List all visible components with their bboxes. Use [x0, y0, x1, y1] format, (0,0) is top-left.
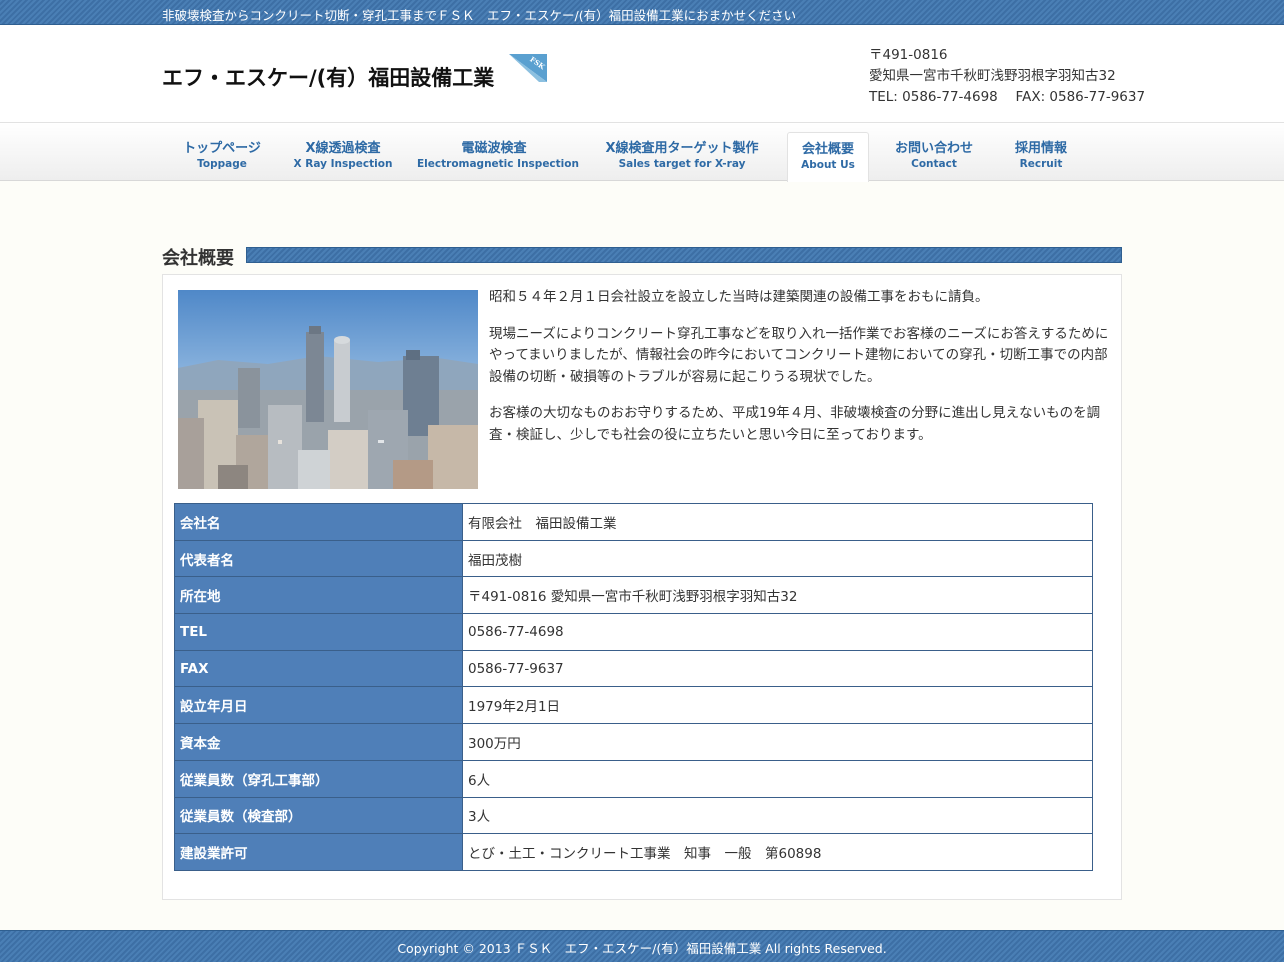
nav-label-jp: トップページ: [183, 141, 261, 156]
row-label: 従業員数（穿孔工事部）: [174, 759, 463, 798]
nav-item-toppage[interactable]: トップページ Toppage: [172, 132, 272, 178]
header-contact: 〒491-0816 愛知県一宮市千秋町浅野羽根字羽知古32 TEL: 0586-…: [869, 45, 1145, 108]
row-value: 0586-77-4698: [462, 613, 1093, 651]
nav-label-en: Contact: [911, 158, 957, 170]
nav-label-en: Recruit: [1019, 158, 1063, 170]
header-tel-fax: TEL: 0586-77-4698 FAX: 0586-77-9637: [869, 89, 1146, 105]
site-header: エフ・エスケー/(有）福田設備工業 FSK 〒491-0816 愛知県一宮市千秋…: [0, 25, 1284, 122]
row-label: 代表者名: [174, 539, 463, 578]
main-nav: トップページ Toppage X線透過検査 X Ray Inspection 電…: [0, 122, 1284, 182]
nav-label-en: Toppage: [197, 158, 247, 170]
content-panel: 昭和５４年２月１日会社設立を設立した当時は建築関連の設備工事をおもに請負。 現場…: [162, 274, 1122, 900]
row-label: 設立年月日: [174, 686, 463, 725]
page-title: 会社概要: [162, 248, 234, 269]
table-row: 設立年月日 1979年2月1日: [174, 686, 1093, 725]
nav-label-jp: X線検査用ターゲット製作: [605, 141, 759, 156]
row-value: 福田茂樹: [462, 539, 1093, 578]
tagline: 非破壊検査からコンクリート切断・穿孔工事までＦＳＫ エフ・エスケー/(有）福田設…: [162, 8, 797, 23]
nav-label-en: Sales target for X-ray: [618, 158, 746, 170]
header-address: 愛知県一宮市千秋町浅野羽根字羽知古32: [869, 68, 1116, 84]
table-row: 建設業許可 とび・土工・コンクリート工事業 知事 一般 第60898: [174, 833, 1093, 871]
heading-decoration-bar: [246, 247, 1122, 263]
row-value: とび・土工・コンクリート工事業 知事 一般 第60898: [462, 833, 1093, 871]
nav-item-xray-inspection[interactable]: X線透過検査 X Ray Inspection: [293, 132, 393, 178]
row-value: 〒491-0816 愛知県一宮市千秋町浅野羽根字羽知古32: [462, 576, 1093, 615]
nav-item-electromagnetic-inspection[interactable]: 電磁波検査 Electromagnetic Inspection: [417, 132, 579, 178]
company-intro: 昭和５４年２月１日会社設立を設立した当時は建築関連の設備工事をおもに請負。 現場…: [489, 287, 1113, 461]
row-label: 資本金: [174, 723, 463, 761]
intro-paragraph: お客様の大切なものおお守りするため、平成19年４月、非破壊検査の分野に進出し見え…: [489, 405, 1101, 443]
nav-label-jp: 電磁波検査: [461, 141, 527, 156]
nav-label-en: Electromagnetic Inspection: [417, 158, 579, 170]
nav-label-jp: 採用情報: [1014, 141, 1067, 156]
row-label: 会社名: [174, 503, 463, 541]
intro-paragraph: 現場ニーズによりコンクリート穿孔工事などを取り入れ一括作業でお客様のニーズにお答…: [489, 325, 1109, 385]
header-postal: 〒491-0816: [869, 47, 948, 63]
table-row: 所在地 〒491-0816 愛知県一宮市千秋町浅野羽根字羽知古32: [174, 576, 1093, 615]
nav-label-jp: お問い合わせ: [894, 141, 973, 156]
nav-label-en: X Ray Inspection: [293, 158, 393, 170]
city-skyline-photo: [178, 290, 478, 489]
row-value: 0586-77-9637: [462, 649, 1093, 688]
row-label: 所在地: [174, 576, 463, 615]
table-row: 資本金 300万円: [174, 723, 1093, 761]
top-banner: 非破壊検査からコンクリート切断・穿孔工事までＦＳＫ エフ・エスケー/(有）福田設…: [0, 0, 1284, 25]
row-label: 建設業許可: [174, 833, 463, 871]
copyright-text: Copyright © 2013 ＦＳＫ エフ・エスケー/(有）福田設備工業 A…: [397, 941, 887, 956]
row-value: 300万円: [462, 723, 1093, 761]
row-value: 1979年2月1日: [462, 686, 1093, 725]
table-row: 代表者名 福田茂樹: [174, 539, 1093, 578]
company-info-table: 会社名 有限会社 福田設備工業 代表者名 福田茂樹 所在地 〒491-0816 …: [174, 503, 1093, 871]
row-value: 3人: [462, 796, 1093, 835]
table-row: 従業員数（穿孔工事部） 6人: [174, 759, 1093, 798]
row-label: FAX: [174, 649, 463, 688]
table-row: TEL 0586-77-4698: [174, 613, 1093, 651]
row-label: TEL: [174, 613, 463, 651]
table-row: FAX 0586-77-9637: [174, 649, 1093, 688]
nav-item-about-us[interactable]: 会社概要 About Us: [787, 132, 869, 182]
nav-label-en: About Us: [801, 159, 855, 171]
table-row: 従業員数（検査部） 3人: [174, 796, 1093, 835]
table-row: 会社名 有限会社 福田設備工業: [174, 503, 1093, 541]
nav-label-jp: X線透過検査: [305, 141, 381, 156]
nav-label-jp: 会社概要: [801, 142, 854, 157]
row-value: 有限会社 福田設備工業: [462, 503, 1093, 541]
nav-item-contact[interactable]: お問い合わせ Contact: [889, 132, 979, 178]
site-footer: Copyright © 2013 ＦＳＫ エフ・エスケー/(有）福田設備工業 A…: [0, 930, 1284, 962]
intro-paragraph: 昭和５４年２月１日会社設立を設立した当時は建築関連の設備工事をおもに請負。: [489, 289, 989, 305]
row-label: 従業員数（検査部）: [174, 796, 463, 835]
fsk-logo-icon: FSK: [509, 54, 547, 82]
site-title-link[interactable]: エフ・エスケー/(有）福田設備工業: [162, 62, 494, 92]
row-value: 6人: [462, 759, 1093, 798]
nav-item-xray-target[interactable]: X線検査用ターゲット製作 Sales target for X-ray: [597, 132, 767, 178]
nav-item-recruit[interactable]: 採用情報 Recruit: [1001, 132, 1081, 178]
